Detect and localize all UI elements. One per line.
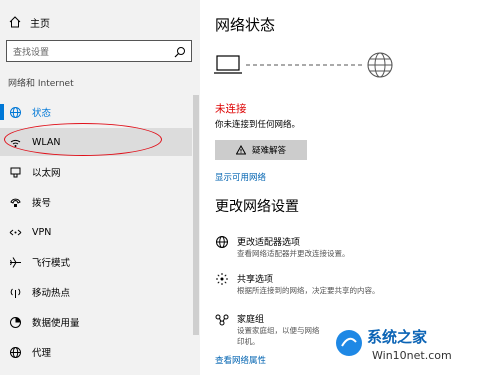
share-icon — [216, 273, 228, 285]
connection-status: 未连接 — [215, 103, 247, 115]
sidebar-item-hotspot[interactable]: 移动热点 — [0, 278, 192, 306]
sidebar-item-label: 以太网 — [32, 168, 61, 179]
hotspot-icon — [10, 288, 20, 298]
section-title: 网络和 Internet — [8, 79, 74, 89]
globe-icon — [9, 346, 21, 358]
laptop-icon — [214, 55, 242, 74]
sidebar: 主页 查找设置 网络和 Internet 状态 WLAN 以太网 拨号 VPN … — [0, 0, 200, 375]
adapter-icon — [216, 236, 228, 248]
sidebar-item-label: 数据使用量 — [32, 318, 80, 329]
watermark-logo-icon — [336, 330, 362, 356]
sidebar-item-label: 代理 — [32, 348, 52, 359]
watermark-logo: 系统之家 Win10net.com — [330, 322, 500, 375]
show-networks-link[interactable]: 显示可用网络 — [215, 171, 266, 183]
ethernet-icon — [10, 167, 20, 177]
page-title: 网络状态 — [215, 16, 276, 34]
sidebar-item-label: 移动热点 — [32, 288, 71, 299]
annotation-circle — [4, 123, 162, 156]
sidebar-item-airplane[interactable]: 飞行模式 — [0, 248, 192, 276]
main-panel: 网络状态 未连接 你未连接到任何网络。 疑难解答 显示可用网络 更改网络设置 更… — [200, 0, 500, 375]
phone-icon — [9, 198, 21, 207]
option-desc: 根据所连接到的网络，决定要共享的内容。 — [237, 286, 380, 295]
network-properties-link[interactable]: 查看网络属性 — [215, 354, 266, 366]
sidebar-item-label: 状态 — [32, 108, 52, 119]
watermark-title: 系统之家 — [367, 328, 428, 346]
sidebar-item-dialup[interactable]: 拨号 — [0, 188, 192, 216]
sidebar-item-label: VPN — [32, 226, 52, 238]
sidebar-item-label: 飞行模式 — [32, 258, 71, 269]
data-usage-icon — [9, 316, 21, 328]
home-icon — [9, 16, 21, 28]
troubleshoot-button[interactable]: 疑难解答 — [215, 140, 307, 160]
home-label: 主页 — [30, 18, 50, 30]
option-desc: 查看网络适配器并更改连接设置。 — [237, 249, 350, 258]
change-settings-title: 更改网络设置 — [215, 199, 299, 215]
search-icon[interactable] — [174, 46, 186, 58]
sidebar-item-ethernet[interactable]: 以太网 — [0, 158, 192, 186]
search-input[interactable]: 查找设置 — [6, 40, 192, 62]
airplane-icon — [9, 256, 21, 268]
sidebar-item-data-usage[interactable]: 数据使用量 — [0, 308, 192, 336]
globe-icon — [9, 106, 21, 118]
option-title: 更改适配器选项 — [237, 238, 301, 248]
connection-status-desc: 你未连接到任何网络。 — [215, 120, 301, 130]
watermark-url: Win10net.com — [372, 349, 452, 362]
option-desc: 设置家庭组，以便与网络 印机。 — [237, 326, 320, 346]
homegroup-icon — [215, 314, 229, 326]
sidebar-item-status[interactable]: 状态 — [0, 98, 192, 126]
sidebar-scrollbar[interactable] — [193, 95, 199, 335]
option-title: 共享选项 — [237, 275, 274, 285]
vpn-icon — [9, 229, 21, 235]
sidebar-item-proxy[interactable]: 代理 — [0, 338, 192, 366]
sidebar-item-label: 拨号 — [32, 198, 52, 209]
internet-globe-icon — [367, 52, 393, 78]
warning-icon — [235, 145, 246, 155]
option-title: 家庭组 — [237, 315, 265, 325]
troubleshoot-label: 疑难解答 — [251, 146, 286, 156]
search-placeholder: 查找设置 — [13, 48, 50, 58]
sidebar-item-vpn[interactable]: VPN — [0, 218, 192, 246]
network-diagram — [214, 52, 393, 78]
home-nav-item[interactable]: 主页 — [8, 14, 50, 30]
